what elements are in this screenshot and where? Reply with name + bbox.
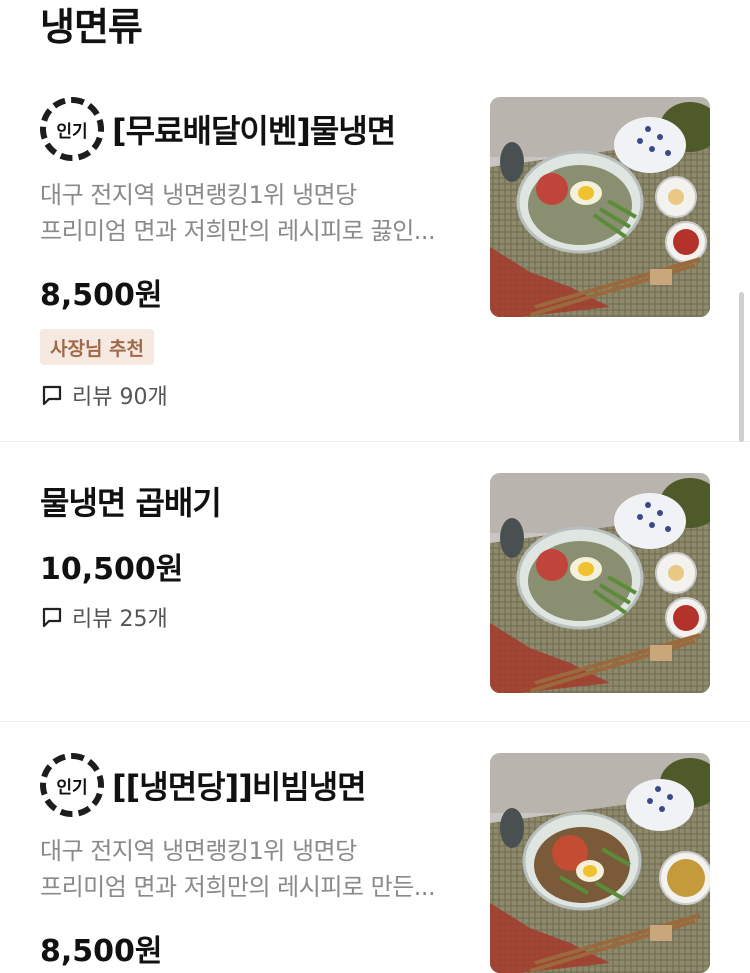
popular-badge-label: 인기 [56,121,88,142]
menu-item-mul-naengmyeon-large[interactable]: 물냉면 곱배기 10,500원 리뷰 25개 [0,442,750,720]
description-line: 프리미엄 면과 저희만의 레시피로 끓인... [40,217,436,245]
owner-recommend-tag: 사장님 추천 [40,329,155,365]
popular-badge: 인기 [40,97,104,161]
menu-item-photo [490,753,710,973]
menu-item-mul-naengmyeon-event[interactable]: 인기 [무료배달이벤]물냉면 대구 전지역 냉면랭킹1위 냉면당 프리미엄 면과… [0,0,750,440]
popular-badge: 인기 [40,753,104,817]
chat-bubble-icon [40,605,64,629]
menu-item-bibim-naengmyeon[interactable]: 인기 [[냉면당]]비빔냉면 대구 전지역 냉면랭킹1위 냉면당 프리미엄 면과… [0,722,750,972]
review-count-label: 리뷰 90개 [72,385,168,410]
chat-bubble-icon [40,383,64,407]
menu-item-price: 8,500원 [40,278,163,313]
scrollbar[interactable] [739,292,744,442]
menu-item-price: 10,500원 [40,552,184,587]
menu-item-description: 대구 전지역 냉면랭킹1위 냉면당 프리미엄 면과 저희만의 레시피로 만든..… [40,833,470,905]
menu-item-description: 대구 전지역 냉면랭킹1위 냉면당 프리미엄 면과 저희만의 레시피로 끓인..… [40,177,470,249]
review-count: 리뷰 90개 [40,380,168,410]
menu-item-photo [490,97,710,317]
description-line: 대구 전지역 냉면랭킹1위 냉면당 [40,181,357,209]
menu-item-name: 물냉면 곱배기 [40,484,222,522]
description-line: 대구 전지역 냉면랭킹1위 냉면당 [40,837,357,865]
popular-badge-label: 인기 [56,777,88,798]
menu-item-name: [[냉면당]]비빔냉면 [112,768,367,806]
menu-item-name: [무료배달이벤]물냉면 [112,112,396,150]
review-count-label: 리뷰 25개 [72,607,168,632]
review-count: 리뷰 25개 [40,602,168,632]
menu-item-photo [490,473,710,693]
description-line: 프리미엄 면과 저희만의 레시피로 만든... [40,873,436,901]
menu-item-price: 8,500원 [40,934,163,969]
